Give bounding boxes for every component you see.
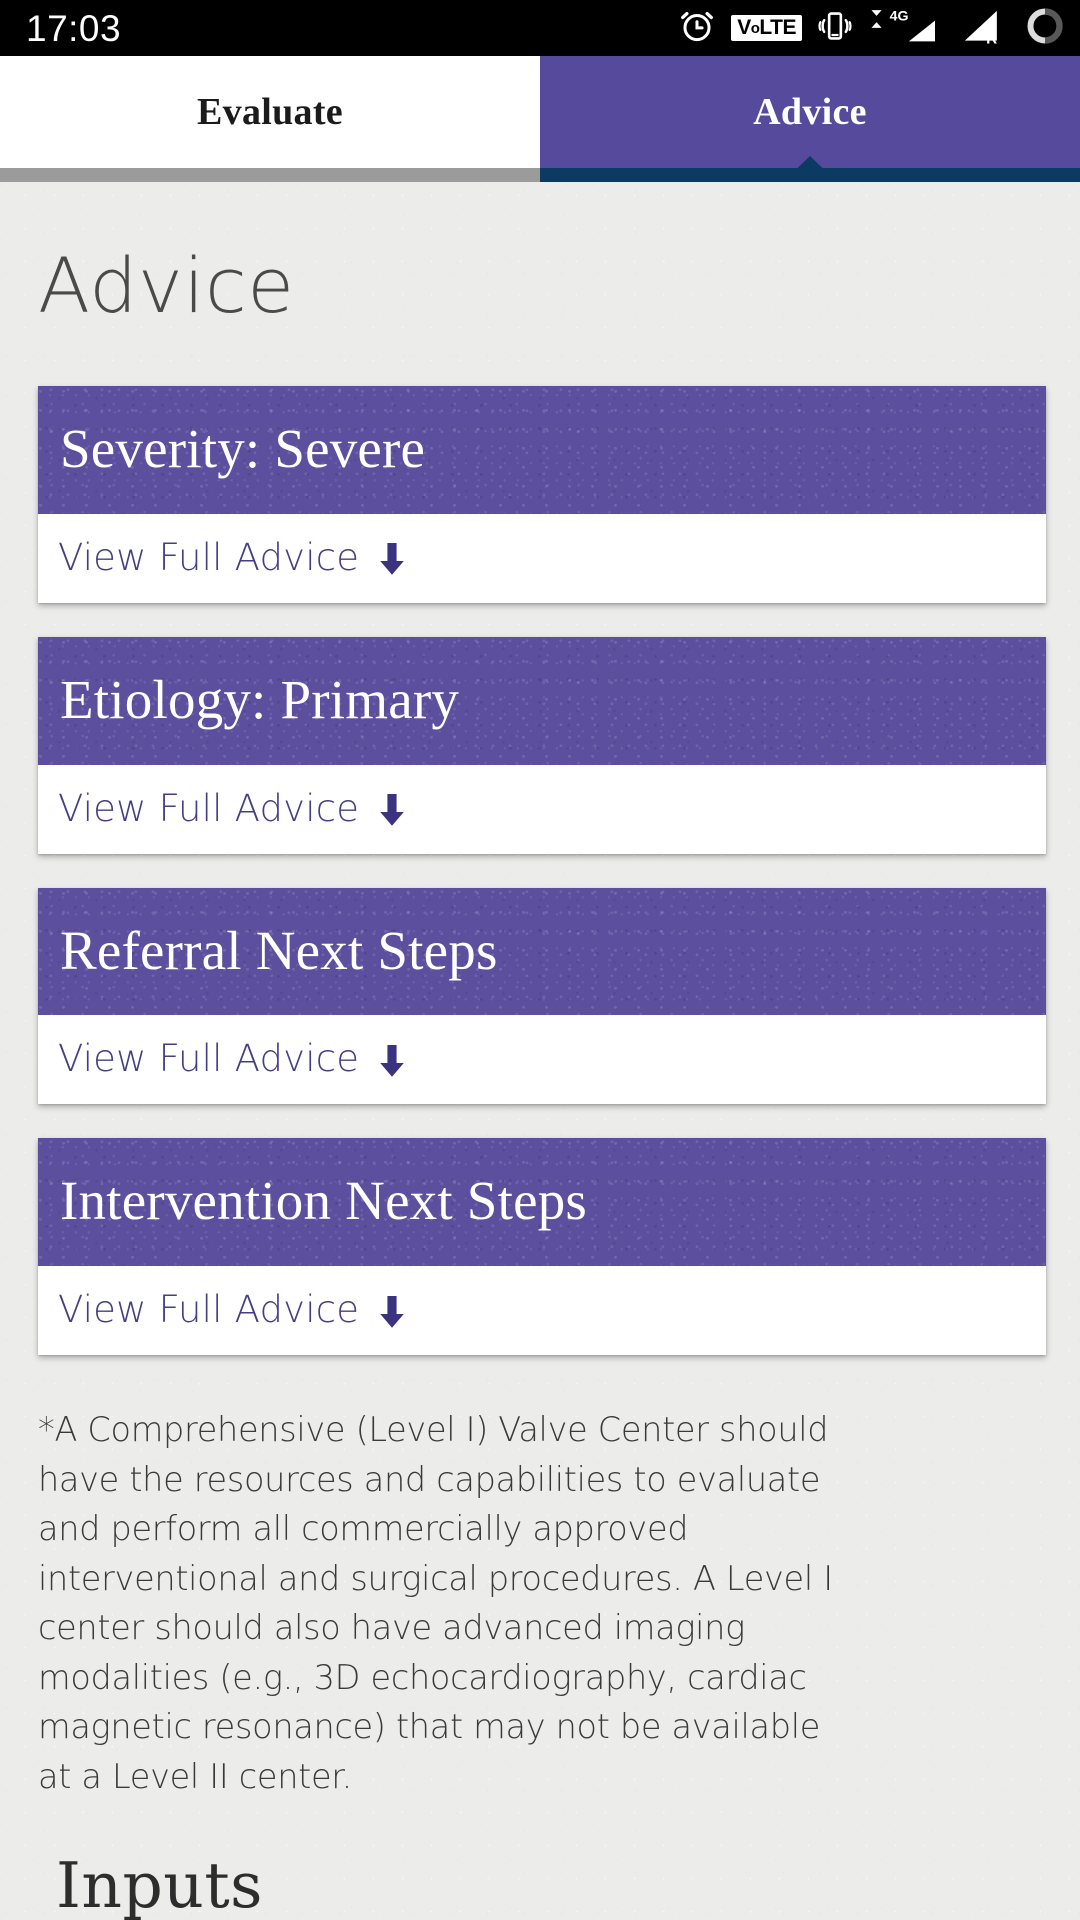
tab-indicator-evaluate	[0, 168, 540, 182]
view-full-advice-label: View Full Advice	[58, 1037, 360, 1081]
advice-card-title: Referral Next Steps	[38, 888, 1046, 1016]
footnote-text: *A Comprehensive (Level I) Valve Center …	[38, 1410, 833, 1797]
tab-selected-caret-icon	[783, 156, 837, 182]
svg-text:4G: 4G	[890, 7, 909, 23]
tab-advice-label: Advice	[753, 91, 867, 133]
view-full-advice-button[interactable]: View Full Advice	[38, 764, 1046, 854]
svg-text:R: R	[986, 30, 997, 46]
tab-indicator-advice	[540, 156, 1080, 182]
advice-card[interactable]: Severity: Severe View Full Advice	[38, 386, 1046, 603]
volte-letters-lte: LTE	[759, 16, 796, 39]
view-full-advice-button[interactable]: View Full Advice	[38, 513, 1046, 603]
signal-roaming-icon: R	[957, 6, 1009, 51]
page-content: Advice Severity: Severe View Full Advice…	[0, 182, 1080, 1920]
arrow-down-icon	[375, 1294, 409, 1330]
arrow-down-icon	[375, 792, 409, 828]
advice-card[interactable]: Referral Next Steps View Full Advice	[38, 887, 1046, 1105]
advice-card-title: Etiology: Primary	[38, 637, 1046, 765]
battery-icon	[1024, 5, 1066, 52]
page-title: Advice	[38, 241, 295, 330]
view-full-advice-label: View Full Advice	[58, 1288, 360, 1331]
status-bar-icon-tray: Vo LTE 4G R	[678, 5, 1066, 52]
tab-bar: Evaluate Advice	[0, 56, 1080, 168]
view-full-advice-button[interactable]: View Full Advice	[38, 1266, 1046, 1355]
inputs-section-title: Inputs	[56, 1848, 264, 1920]
alarm-clock-icon	[678, 7, 716, 50]
advice-card[interactable]: Intervention Next Steps View Full Advice	[38, 1138, 1046, 1355]
view-full-advice-label: View Full Advice	[58, 535, 360, 579]
volte-icon: Vo LTE	[731, 15, 802, 41]
advice-card[interactable]: Etiology: Primary View Full Advice	[38, 636, 1046, 854]
advice-card-title: Intervention Next Steps	[38, 1138, 1046, 1266]
view-full-advice-button[interactable]: View Full Advice	[38, 1015, 1046, 1105]
tab-advice[interactable]: Advice	[540, 56, 1080, 168]
status-bar: 17:03 Vo LTE 4G R	[0, 0, 1080, 56]
arrow-down-icon	[375, 541, 409, 577]
view-full-advice-label: View Full Advice	[58, 786, 360, 830]
arrow-down-icon	[375, 1043, 409, 1079]
tab-evaluate-label: Evaluate	[197, 91, 343, 133]
tab-evaluate[interactable]: Evaluate	[0, 56, 540, 168]
advice-card-title: Severity: Severe	[38, 386, 1046, 514]
volte-letter-o: o	[750, 20, 760, 37]
volte-letter-v: V	[737, 16, 751, 39]
advice-card-list: Severity: Severe View Full Advice Etiolo…	[0, 386, 1080, 1355]
status-bar-clock: 17:03	[26, 7, 122, 49]
tab-indicator-bar	[0, 156, 1080, 182]
signal-4g-icon: 4G	[868, 6, 942, 51]
vibrate-icon	[817, 7, 853, 50]
